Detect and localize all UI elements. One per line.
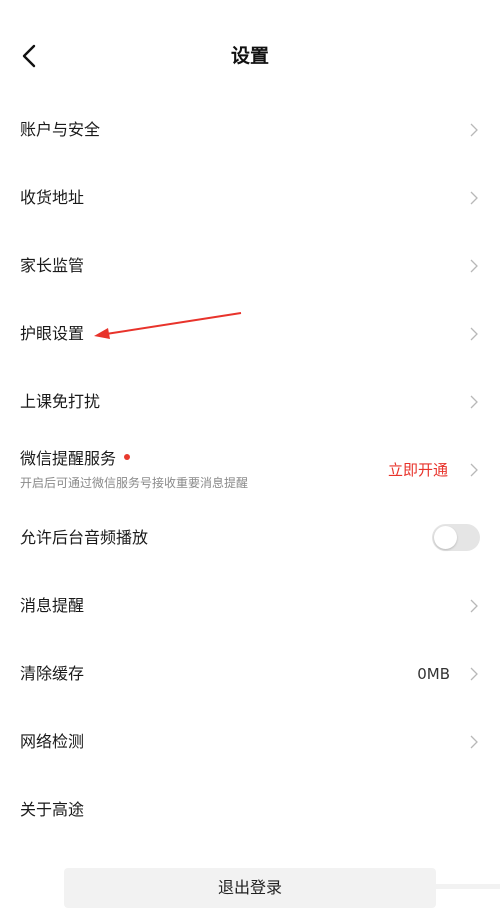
- settings-item-background-audio: 允许后台音频播放: [0, 504, 500, 572]
- chevron-right-icon: [470, 259, 478, 273]
- settings-item-eye-care[interactable]: 护眼设置: [0, 300, 500, 368]
- chevron-right-icon: [470, 599, 478, 613]
- settings-item-about[interactable]: 关于高途: [0, 776, 500, 844]
- settings-item-label: 收货地址: [20, 188, 85, 207]
- chevron-right-icon: [470, 667, 478, 681]
- settings-item-label: 护眼设置: [20, 324, 85, 343]
- settings-item-label: 账户与安全: [20, 120, 101, 139]
- chevron-right-icon: [470, 463, 478, 477]
- toggle-knob: [434, 526, 457, 549]
- settings-item-label: 消息提醒: [20, 596, 85, 615]
- chevron-right-icon: [470, 191, 478, 205]
- settings-item-shipping-address[interactable]: 收货地址: [0, 164, 500, 232]
- logout-button[interactable]: 退出登录: [64, 868, 436, 908]
- new-badge-dot: [124, 454, 130, 460]
- settings-item-message-reminder[interactable]: 消息提醒: [0, 572, 500, 640]
- wechat-reminder-title: 微信提醒服务: [20, 449, 117, 468]
- settings-item-account-security[interactable]: 账户与安全: [0, 96, 500, 164]
- settings-item-label: 清除缓存: [20, 664, 85, 683]
- settings-item-label: 关于高途: [20, 800, 85, 819]
- background-audio-toggle[interactable]: [432, 524, 480, 551]
- page-title: 设置: [230, 45, 269, 67]
- chevron-right-icon: [470, 735, 478, 749]
- chevron-right-icon: [470, 327, 478, 341]
- settings-item-class-do-not-disturb[interactable]: 上课免打扰: [0, 368, 500, 436]
- cache-size-value: 0MB: [417, 665, 450, 683]
- settings-item-network-check[interactable]: 网络检测: [0, 708, 500, 776]
- settings-item-label: 家长监管: [20, 256, 85, 275]
- logout-button-edge: [436, 884, 500, 889]
- settings-item-label: 上课免打扰: [20, 392, 101, 411]
- settings-item-label: 网络检测: [20, 732, 85, 751]
- wechat-reminder-subtitle: 开启后可通过微信服务号接收重要消息提醒: [20, 476, 249, 490]
- chevron-right-icon: [470, 123, 478, 137]
- settings-item-parental-control[interactable]: 家长监管: [0, 232, 500, 300]
- chevron-right-icon: [470, 395, 478, 409]
- settings-item-clear-cache[interactable]: 清除缓存 0MB: [0, 640, 500, 708]
- activate-now-link[interactable]: 立即开通: [388, 460, 448, 480]
- settings-item-label: 允许后台音频播放: [20, 528, 149, 547]
